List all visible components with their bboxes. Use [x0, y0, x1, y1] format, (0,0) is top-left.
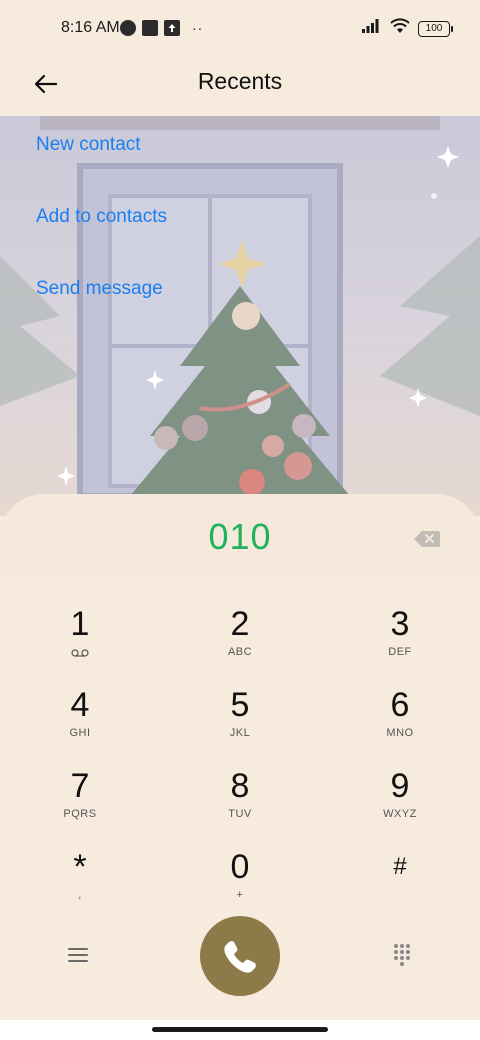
- key-digit: 7: [70, 767, 90, 805]
- key-3[interactable]: 3 DEF: [340, 604, 460, 674]
- more-notifications: ··: [192, 20, 204, 36]
- key-letters: GHI: [69, 727, 91, 739]
- key-digit: 3: [390, 605, 410, 643]
- dialed-number[interactable]: 010: [0, 516, 480, 558]
- delete-button[interactable]: [414, 530, 440, 548]
- dialer-panel: 010 1 2 ABC 3 DEF 4 GHI 5 JKL 6 MNO 7 PQ…: [0, 494, 480, 1040]
- dialer-actions: [0, 914, 480, 996]
- contact-actions: New contact Add to contacts Send message: [36, 134, 167, 350]
- key-5[interactable]: 5 JKL: [180, 685, 300, 755]
- key-digit: 0: [230, 848, 250, 886]
- key-letters: TUV: [228, 808, 252, 820]
- key-letters: MNO: [386, 727, 414, 739]
- key-4[interactable]: 4 GHI: [20, 685, 140, 755]
- key-digit: 9: [390, 767, 410, 805]
- key-8[interactable]: 8 TUV: [180, 766, 300, 836]
- key-letters: WXYZ: [383, 808, 417, 820]
- key-0[interactable]: 0 +: [180, 847, 300, 917]
- key-letters: PQRS: [63, 808, 97, 820]
- key-2[interactable]: 2 ABC: [180, 604, 300, 674]
- key-digit: 6: [390, 686, 410, 724]
- keypad-grid-icon: [394, 944, 410, 966]
- battery-icon: 100: [418, 20, 453, 37]
- key-digit: *: [73, 848, 87, 886]
- add-to-contacts-link[interactable]: Add to contacts: [36, 206, 167, 228]
- home-indicator[interactable]: [152, 1027, 328, 1032]
- key-letters: +: [236, 889, 244, 901]
- key-7[interactable]: 7 PQRS: [20, 766, 140, 836]
- key-star[interactable]: * ,: [20, 847, 140, 917]
- send-message-link[interactable]: Send message: [36, 278, 167, 300]
- status-time: 8:16 AM: [61, 19, 120, 36]
- key-digit: 1: [70, 605, 90, 643]
- keypad-toggle-button[interactable]: [392, 943, 412, 967]
- app-icon: [120, 20, 136, 36]
- notification-square-icon: [142, 20, 158, 36]
- key-digit: 2: [230, 605, 250, 643]
- status-left-icons: ··: [120, 20, 203, 36]
- status-right-icons: 100: [362, 18, 453, 39]
- menu-icon: [68, 948, 88, 962]
- key-digit: 8: [230, 767, 250, 805]
- dialed-number-area: 010: [0, 494, 480, 578]
- new-contact-link[interactable]: New contact: [36, 134, 167, 156]
- page-title: Recents: [197, 68, 283, 94]
- key-letters: ABC: [227, 646, 253, 658]
- key-6[interactable]: 6 MNO: [340, 685, 460, 755]
- navigation-bar: [0, 1020, 480, 1040]
- key-9[interactable]: 9 WXYZ: [340, 766, 460, 836]
- key-letters: [340, 889, 460, 903]
- key-hash[interactable]: #: [340, 847, 460, 917]
- backspace-icon: [414, 531, 440, 547]
- key-letters: JKL: [229, 727, 251, 739]
- status-bar: 8:16 AM ·· 100: [0, 0, 480, 56]
- key-letters: DEF: [388, 646, 412, 658]
- wifi-icon: [390, 18, 410, 39]
- phone-icon: [224, 941, 256, 973]
- key-1[interactable]: 1: [20, 604, 140, 674]
- key-letters: ,: [78, 889, 82, 901]
- header: Recents: [0, 56, 480, 116]
- key-digit: #: [393, 853, 407, 880]
- upload-icon: [164, 20, 180, 36]
- menu-button[interactable]: [66, 945, 90, 965]
- call-button[interactable]: [200, 916, 280, 996]
- key-digit: 5: [230, 686, 250, 724]
- voicemail-icon: [71, 649, 89, 657]
- signal-icon: [362, 19, 382, 38]
- key-digit: 4: [70, 686, 90, 724]
